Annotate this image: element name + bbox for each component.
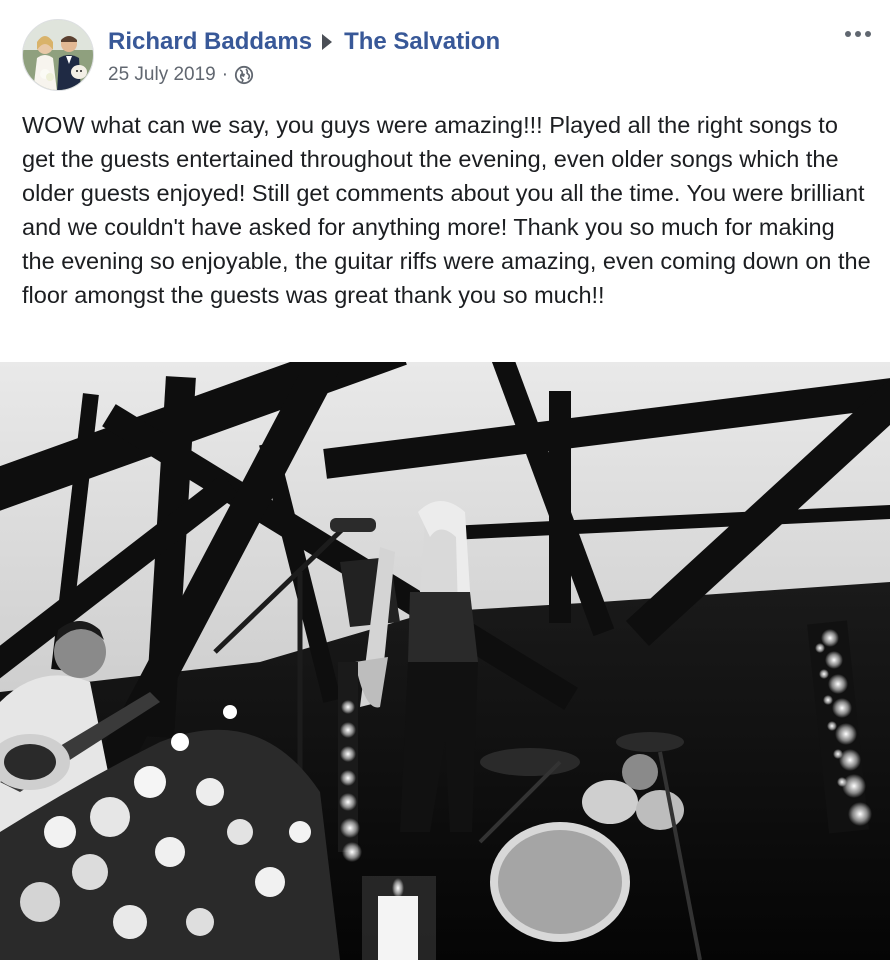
meta-separator: · (221, 64, 229, 85)
more-dot (855, 31, 861, 37)
post-date-link[interactable]: 25 July 2019 (108, 64, 216, 86)
globe-icon[interactable] (234, 65, 254, 85)
more-dot (865, 31, 871, 37)
facebook-post: Richard Baddams The Salvation 25 July 20… (0, 0, 890, 960)
caret-right-icon (322, 34, 333, 50)
more-options-icon[interactable] (840, 22, 876, 46)
target-page-link[interactable]: The Salvation (344, 28, 500, 56)
author-name-link[interactable]: Richard Baddams (108, 28, 312, 56)
more-dot (845, 31, 851, 37)
post-meta: 25 July 2019 · (108, 62, 254, 88)
post-body-text: WOW what can we say, you guys were amazi… (22, 112, 871, 308)
post-photo[interactable] (0, 362, 890, 960)
post-header: Richard Baddams The Salvation 25 July 20… (0, 0, 890, 100)
author-avatar[interactable] (22, 19, 94, 91)
post-author-line: Richard Baddams The Salvation (108, 26, 500, 58)
